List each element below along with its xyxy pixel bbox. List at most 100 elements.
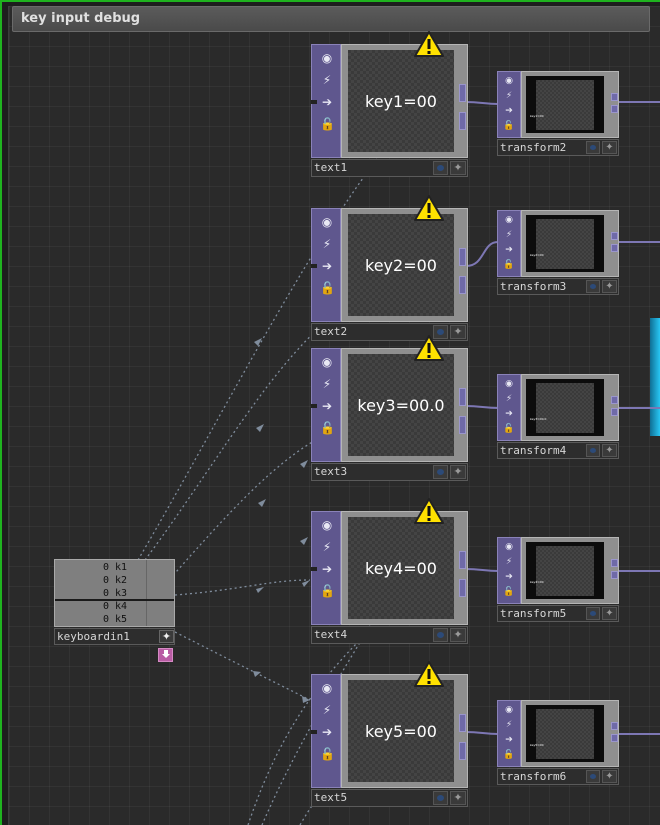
text-top-node-1[interactable]: ◉ ⚡ ➔ 🔓 key1=00 text1 ✦ — [311, 31, 468, 178]
node-name-bar[interactable]: transform4 ✦ — [497, 442, 619, 459]
lock-flag-icon[interactable]: 🔓 — [503, 586, 515, 598]
hand-down-icon[interactable] — [158, 648, 173, 662]
render-arrow-icon[interactable]: ➔ — [320, 399, 334, 413]
viewer-active-button[interactable] — [586, 770, 600, 783]
node-name-bar[interactable]: text3 ✦ — [311, 463, 468, 481]
node-viewer-frame[interactable]: key4=00 — [521, 537, 619, 604]
add-node-button[interactable]: ✦ — [450, 161, 466, 175]
cook-flag-icon[interactable]: ⚡ — [320, 73, 334, 87]
node-viewer[interactable]: key2=00 — [526, 215, 604, 272]
render-arrow-icon[interactable]: ➔ — [503, 571, 515, 583]
output-connector[interactable] — [611, 396, 618, 404]
lock-flag-icon[interactable]: 🔓 — [503, 423, 515, 435]
output-connector[interactable] — [459, 714, 466, 732]
viewer-flag-icon[interactable]: ◉ — [320, 355, 334, 369]
viewer-flag-icon[interactable]: ◉ — [503, 704, 515, 716]
output-connector-2[interactable] — [459, 112, 466, 130]
lock-flag-icon[interactable]: 🔓 — [503, 120, 515, 132]
viewer-active-button[interactable] — [586, 280, 600, 293]
node-viewer-frame[interactable]: key5=00 — [521, 700, 619, 767]
add-node-button[interactable]: ✦ — [602, 444, 617, 457]
cook-flag-icon[interactable]: ⚡ — [320, 377, 334, 391]
node-viewer-frame[interactable]: key2=00 — [521, 210, 619, 277]
node-viewer[interactable]: key3=00.0 — [348, 354, 454, 456]
text-top-node-3[interactable]: ◉ ⚡ ➔ 🔓 key3=00.0 text3 ✦ — [311, 335, 468, 482]
node-viewer-frame[interactable]: key3=00.0 — [341, 348, 468, 462]
warning-icon[interactable] — [414, 30, 444, 58]
output-connector[interactable] — [459, 84, 466, 102]
input-connector[interactable] — [311, 100, 317, 104]
lock-flag-icon[interactable]: 🔓 — [503, 259, 515, 271]
node-viewer-frame[interactable]: key1=00 — [521, 71, 619, 138]
input-connector[interactable] — [311, 404, 317, 408]
lock-flag-icon[interactable]: 🔓 — [320, 584, 335, 598]
output-connector[interactable] — [459, 551, 466, 569]
lock-flag-icon[interactable]: 🔓 — [320, 281, 335, 295]
output-connector-2[interactable] — [611, 571, 618, 579]
node-viewer[interactable]: key5=00 — [348, 680, 454, 782]
text-top-node-5[interactable]: ◉ ⚡ ➔ 🔓 key5=00 text5 ✦ — [311, 661, 468, 808]
node-viewer-frame[interactable]: key3=00.0 — [521, 374, 619, 441]
cook-flag-icon[interactable]: ⚡ — [320, 237, 334, 251]
input-connector[interactable] — [311, 567, 317, 571]
add-node-button[interactable]: ✦ — [450, 628, 466, 642]
cook-flag-icon[interactable]: ⚡ — [503, 90, 515, 102]
render-arrow-icon[interactable]: ➔ — [503, 105, 515, 117]
render-arrow-icon[interactable]: ➔ — [320, 562, 334, 576]
node-viewer-frame[interactable]: key1=00 — [341, 44, 468, 158]
node-viewer-frame[interactable]: key2=00 — [341, 208, 468, 322]
render-arrow-icon[interactable]: ➔ — [503, 244, 515, 256]
lock-flag-icon[interactable]: 🔓 — [320, 421, 335, 435]
viewer-active-button[interactable] — [586, 607, 600, 620]
lock-flag-icon[interactable]: 🔓 — [320, 747, 335, 761]
render-arrow-icon[interactable]: ➔ — [503, 408, 515, 420]
cook-flag-icon[interactable]: ⚡ — [320, 703, 334, 717]
lock-flag-icon[interactable]: 🔓 — [320, 117, 335, 131]
viewer-active-button[interactable] — [433, 161, 448, 175]
network-title-bar[interactable]: key input debug — [12, 6, 650, 32]
render-arrow-icon[interactable]: ➔ — [320, 725, 334, 739]
output-connector[interactable] — [611, 93, 618, 101]
node-viewer-frame[interactable]: key4=00 — [341, 511, 468, 625]
input-connector[interactable] — [311, 264, 317, 268]
node-viewer[interactable]: key1=00 — [348, 50, 454, 152]
transform-top-node-3[interactable]: ◉ ⚡ ➔ 🔓 key2=00 transform3 ✦ — [497, 210, 619, 296]
input-connector[interactable] — [311, 730, 317, 734]
viewer-flag-icon[interactable]: ◉ — [320, 215, 334, 229]
add-node-button[interactable]: ✦ — [450, 791, 466, 805]
text-top-node-4[interactable]: ◉ ⚡ ➔ 🔓 key4=00 text4 ✦ — [311, 498, 468, 645]
cook-flag-icon[interactable]: ⚡ — [320, 540, 334, 554]
output-connector[interactable] — [611, 559, 618, 567]
node-viewer-frame[interactable]: key5=00 — [341, 674, 468, 788]
add-node-button[interactable]: ✦ — [450, 325, 466, 339]
cook-flag-icon[interactable]: ⚡ — [503, 393, 515, 405]
warning-icon[interactable] — [414, 334, 444, 362]
node-name-bar[interactable]: transform2 ✦ — [497, 139, 619, 156]
node-name-bar[interactable]: text2 ✦ — [311, 323, 468, 341]
viewer-flag-icon[interactable]: ◉ — [320, 51, 334, 65]
node-name-bar[interactable]: text5 ✦ — [311, 789, 468, 807]
text-top-node-2[interactable]: ◉ ⚡ ➔ 🔓 key2=00 text2 ✦ — [311, 195, 468, 342]
viewer-toggle-button[interactable]: ✦ — [159, 630, 174, 643]
viewer-active-button[interactable] — [433, 465, 448, 479]
node-viewer[interactable]: key4=00 — [526, 542, 604, 599]
viewer-active-button[interactable] — [586, 444, 600, 457]
node-name-bar[interactable]: transform6 ✦ — [497, 768, 619, 785]
render-arrow-icon[interactable]: ➔ — [320, 259, 334, 273]
output-connector[interactable] — [611, 232, 618, 240]
node-viewer[interactable]: key3=00.0 — [526, 379, 604, 436]
viewer-flag-icon[interactable]: ◉ — [503, 214, 515, 226]
viewer-flag-icon[interactable]: ◉ — [503, 378, 515, 390]
output-connector-2[interactable] — [611, 105, 618, 113]
add-node-button[interactable]: ✦ — [602, 770, 617, 783]
output-connector-2[interactable] — [611, 734, 618, 742]
node-name-bar[interactable]: transform3 ✦ — [497, 278, 619, 295]
viewer-active-button[interactable] — [433, 791, 448, 805]
cook-flag-icon[interactable]: ⚡ — [503, 229, 515, 241]
cook-flag-icon[interactable]: ⚡ — [503, 556, 515, 568]
node-name-bar[interactable]: text4 ✦ — [311, 626, 468, 644]
output-connector-2[interactable] — [611, 244, 618, 252]
lock-flag-icon[interactable]: 🔓 — [503, 749, 515, 761]
viewer-flag-icon[interactable]: ◉ — [503, 541, 515, 553]
add-node-button[interactable]: ✦ — [602, 607, 617, 620]
